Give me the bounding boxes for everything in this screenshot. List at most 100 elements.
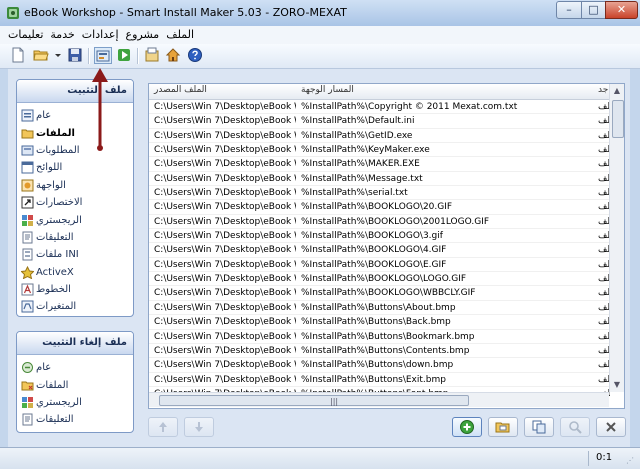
row-destination-cell: %InstallPath%\Buttons\Contents.bmp <box>301 345 470 356</box>
title-bar[interactable]: eBook Workshop - Smart Install Maker 5.0… <box>0 0 640 26</box>
comments-icon <box>22 413 33 426</box>
copy-button[interactable] <box>524 417 554 437</box>
sidebar-item-activex[interactable]: ActiveX <box>21 264 129 281</box>
close-button[interactable]: ✕ <box>605 1 638 19</box>
toolbar-separator <box>137 48 139 64</box>
open-dropdown[interactable] <box>50 47 61 64</box>
table-row[interactable]: C:\Users\Win 7\Desktop\eBook W... %Instal… <box>149 243 610 258</box>
row-source-cell: C:\Users\Win 7\Desktop\eBook W... <box>154 274 296 285</box>
table-row[interactable]: C:\Users\Win 7\Desktop\eBook W... %Instal… <box>149 100 610 115</box>
move-down-icon <box>195 422 203 432</box>
sidebar-item-registry[interactable]: الريجستري <box>21 211 129 228</box>
table-row[interactable]: C:\Users\Win 7\Desktop\eBook W... %Instal… <box>149 286 610 301</box>
variables-icon <box>21 300 34 313</box>
sidebar-item-dialogs[interactable]: اللوائح <box>21 159 129 176</box>
table-row[interactable]: C:\Users\Win 7\Desktop\eBook W... %Instal… <box>149 272 610 287</box>
sidebar-item-ini-files[interactable]: ملفات INI <box>21 246 129 263</box>
row-source-cell: C:\Users\Win 7\Desktop\eBook W... <box>154 130 296 141</box>
resize-grip-icon[interactable]: ⋰ <box>626 456 634 465</box>
table-row[interactable]: C:\Users\Win 7\Desktop\eBook W... %Instal… <box>149 200 610 215</box>
sidebar-item-variables[interactable]: المتغيرات <box>21 298 129 315</box>
minimize-button[interactable]: – <box>556 1 582 19</box>
home-button[interactable] <box>164 47 182 64</box>
new-button[interactable] <box>9 47 27 64</box>
table-row[interactable]: C:\Users\Win 7\Desktop\eBook W... %Instal… <box>149 344 610 359</box>
vertical-scroll-thumb[interactable] <box>612 100 624 138</box>
general-icon <box>21 109 34 122</box>
uninstall-item-general[interactable]: عام <box>21 359 129 376</box>
registry-icon <box>22 396 33 408</box>
horizontal-scroll-thumb[interactable]: ||| <box>159 395 469 406</box>
row-source-cell: C:\Users\Win 7\Desktop\eBook W... <box>154 374 296 385</box>
table-row[interactable]: C:\Users\Win 7\Desktop\eBook W... %Instal… <box>149 358 610 373</box>
files-grid[interactable]: الملف المصدر المسار الوجهة جد C:\Users\W… <box>148 83 625 409</box>
sidebar-item-files[interactable]: الملفات <box>21 124 129 141</box>
row-destination-cell: %InstallPath%\Default.ini <box>301 116 415 127</box>
uninstall-panel-title: ملف إلغاء التثبيت <box>17 332 133 355</box>
build-button[interactable] <box>94 47 112 64</box>
table-row[interactable]: C:\Users\Win 7\Desktop\eBook W... %Instal… <box>149 186 610 201</box>
general-icon <box>22 362 33 374</box>
activex-icon <box>21 265 34 279</box>
table-row[interactable]: C:\Users\Win 7\Desktop\eBook W... %Instal… <box>149 301 610 316</box>
open-button[interactable] <box>32 47 50 64</box>
table-row[interactable]: C:\Users\Win 7\Desktop\eBook W... %Instal… <box>149 373 610 387</box>
uninstall-item-registry[interactable]: الريجستري <box>21 394 129 411</box>
column-header-destination[interactable]: المسار الوجهة <box>301 85 354 95</box>
run-button[interactable] <box>115 47 133 64</box>
sidebar-item-fonts[interactable]: الخطوط <box>21 281 129 298</box>
scroll-up-icon[interactable]: ▲ <box>610 84 624 98</box>
table-row[interactable]: C:\Users\Win 7\Desktop\eBook W... %Instal… <box>149 215 610 230</box>
table-row[interactable]: C:\Users\Win 7\Desktop\eBook W... %Instal… <box>149 172 610 187</box>
add-file-button[interactable] <box>452 417 482 437</box>
row-destination-cell: %InstallPath%\BOOKLOGO\LOGO.GIF <box>301 274 467 285</box>
uninstall-item-comments[interactable]: التعليقات <box>21 411 129 428</box>
table-row[interactable]: C:\Users\Win 7\Desktop\eBook W... %Instal… <box>149 157 610 172</box>
menu-project[interactable]: مشروع <box>126 28 160 41</box>
vertical-scrollbar[interactable]: ▲ ▼ <box>609 84 624 392</box>
delete-button[interactable] <box>596 417 626 437</box>
add-folder-button[interactable] <box>488 417 518 437</box>
table-row[interactable]: C:\Users\Win 7\Desktop\eBook W... %Instal… <box>149 315 610 330</box>
maximize-button[interactable]: □ <box>581 1 606 19</box>
status-position: 0:1 <box>596 452 613 463</box>
table-row[interactable]: C:\Users\Win 7\Desktop\eBook W... %Instal… <box>149 229 610 244</box>
help-button[interactable] <box>186 47 204 64</box>
save-button[interactable] <box>66 47 84 64</box>
play-icon <box>118 49 130 61</box>
sidebar-item-general[interactable]: عام <box>21 107 129 124</box>
column-header-source[interactable]: الملف المصدر <box>154 85 207 95</box>
uninstall-item-files[interactable]: الملفات <box>21 376 129 393</box>
row-source-cell: C:\Users\Win 7\Desktop\eBook W... <box>154 345 296 356</box>
row-destination-cell: %InstallPath%\BOOKLOGO\20.GIF <box>301 202 453 213</box>
row-source-cell: C:\Users\Win 7\Desktop\eBook W... <box>154 159 296 170</box>
grip-icon: ||| <box>330 397 339 406</box>
table-row[interactable]: C:\Users\Win 7\Desktop\eBook W... %Instal… <box>149 129 610 144</box>
sidebar-item-comments[interactable]: التعليقات <box>21 229 129 246</box>
menu-help[interactable]: تعليمات <box>8 28 43 41</box>
sidebar-item-shortcuts[interactable]: الاختصارات <box>21 194 129 211</box>
table-row[interactable]: C:\Users\Win 7\Desktop\eBook W... %Instal… <box>149 143 610 158</box>
row-destination-cell: %InstallPath%\Buttons\Bookmark.bmp <box>301 331 475 342</box>
move-down-button[interactable] <box>184 417 214 437</box>
table-row[interactable]: C:\Users\Win 7\Desktop\eBook W... %Instal… <box>149 114 610 129</box>
horizontal-scrollbar[interactable]: ||| <box>149 392 609 407</box>
menu-service[interactable]: خدمة <box>50 28 74 41</box>
move-up-button[interactable] <box>148 417 178 437</box>
options-icon <box>145 47 159 62</box>
sidebar-item-requirements[interactable]: المطلوبات <box>21 142 129 159</box>
row-source-cell: C:\Users\Win 7\Desktop\eBook W... <box>154 302 296 313</box>
column-header-type[interactable]: جد <box>598 85 608 95</box>
table-row[interactable]: C:\Users\Win 7\Desktop\eBook W... %Instal… <box>149 258 610 273</box>
search-button[interactable] <box>560 417 590 437</box>
options-button[interactable] <box>143 47 161 64</box>
menu-file[interactable]: الملف <box>166 28 194 41</box>
sidebar-item-interface[interactable]: الواجهة <box>21 177 129 194</box>
table-row[interactable]: C:\Users\Win 7\Desktop\eBook W... %Instal… <box>149 330 610 344</box>
row-source-cell: C:\Users\Win 7\Desktop\eBook W... <box>154 231 296 242</box>
scroll-down-icon[interactable]: ▼ <box>610 378 624 392</box>
menu-settings[interactable]: إعدادات <box>82 28 119 41</box>
uninstall-panel: ملف إلغاء التثبيت عام الملفات الريجستري … <box>16 331 134 433</box>
status-bar: 0:1 ⋰ <box>0 447 640 469</box>
magnifier-icon <box>569 421 582 434</box>
